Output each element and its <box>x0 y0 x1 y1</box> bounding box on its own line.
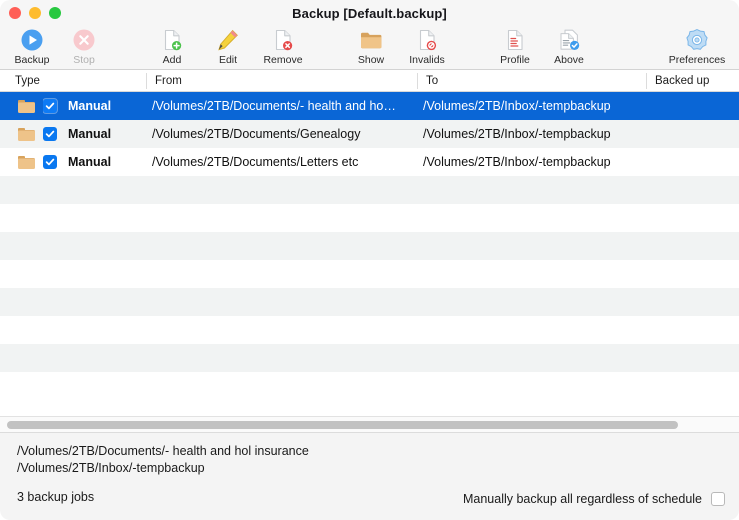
detail-from-path: /Volumes/2TB/Documents/- health and hol … <box>17 444 309 458</box>
table-row-empty[interactable] <box>0 288 739 316</box>
toolbar-button-remove[interactable]: Remove <box>251 26 315 70</box>
column-header-type[interactable]: Type <box>8 70 40 92</box>
column-divider-2[interactable] <box>417 73 418 89</box>
row-folder-icon <box>18 92 40 120</box>
row-to-path: /Volumes/2TB/Inbox/-tempbackup <box>423 99 611 113</box>
column-divider-1[interactable] <box>146 73 147 89</box>
maximize-window-button[interactable] <box>49 7 61 19</box>
toolbar-label-invalids: Invalids <box>409 54 445 66</box>
toolbar-button-show[interactable]: Show <box>339 26 403 70</box>
toolbar: Backup Stop Add Edit Remove Show Invalid… <box>0 26 739 70</box>
row-from-path: /Volumes/2TB/Documents/Genealogy <box>152 127 361 141</box>
table-row-empty[interactable] <box>0 260 739 288</box>
backup-jobs-table[interactable]: Manual /Volumes/2TB/Documents/- health a… <box>0 92 739 416</box>
table-row-empty[interactable] <box>0 372 739 400</box>
toolbar-label-remove: Remove <box>263 54 303 66</box>
toolbar-label-add: Add <box>162 54 182 66</box>
documents-check-icon <box>557 27 581 53</box>
toolbar-button-above[interactable]: Above <box>537 26 601 70</box>
document-remove-icon <box>271 27 295 53</box>
row-folder-icon <box>18 148 40 176</box>
table-row[interactable]: Manual /Volumes/2TB/Documents/Genealogy … <box>0 120 739 148</box>
row-enabled-checkbox[interactable] <box>43 92 63 120</box>
toolbar-button-preferences[interactable]: Preferences <box>665 26 729 70</box>
detail-to-path: /Volumes/2TB/Inbox/-tempbackup <box>17 461 205 475</box>
table-column-header: Type From To Backed up <box>0 70 739 92</box>
pencil-icon <box>216 27 240 53</box>
row-type: Manual <box>68 155 112 169</box>
close-window-button[interactable] <box>9 7 21 19</box>
column-header-backed-up[interactable]: Backed up <box>648 70 709 92</box>
folder-icon <box>359 27 383 53</box>
horizontal-scrollbar-thumb[interactable] <box>7 421 678 429</box>
job-count-label: 3 backup jobs <box>17 490 95 504</box>
table-row-empty[interactable] <box>0 316 739 344</box>
row-enabled-checkbox[interactable] <box>43 148 63 176</box>
table-row[interactable]: Manual /Volumes/2TB/Documents/Letters et… <box>0 148 739 176</box>
toolbar-label-above: Above <box>554 54 584 66</box>
manual-backup-option[interactable]: Manually backup all regardless of schedu… <box>463 492 725 506</box>
manual-backup-checkbox[interactable] <box>711 492 725 506</box>
detail-pane: /Volumes/2TB/Documents/- health and hol … <box>0 432 739 520</box>
column-header-to[interactable]: To <box>419 70 438 92</box>
row-from-path: /Volumes/2TB/Documents/Letters etc <box>152 155 359 169</box>
row-folder-icon <box>18 120 40 148</box>
document-add-icon <box>160 27 184 53</box>
manual-backup-label: Manually backup all regardless of schedu… <box>462 492 702 506</box>
row-enabled-checkbox[interactable] <box>43 120 63 148</box>
toolbar-label-profile: Profile <box>500 54 530 66</box>
window-controls <box>9 0 61 26</box>
minimize-window-button[interactable] <box>29 7 41 19</box>
table-row[interactable]: Manual /Volumes/2TB/Documents/- health a… <box>0 92 739 120</box>
title-bar: Backup [Default.backup] <box>0 0 739 26</box>
toolbar-button-stop[interactable]: Stop <box>52 26 116 70</box>
document-invalid-icon <box>415 27 439 53</box>
row-type: Manual <box>68 127 112 141</box>
toolbar-label-preferences: Preferences <box>668 54 726 66</box>
horizontal-scrollbar[interactable] <box>0 416 739 432</box>
row-to-path: /Volumes/2TB/Inbox/-tempbackup <box>423 127 611 141</box>
window-title: Backup [Default.backup] <box>292 5 447 21</box>
toolbar-button-invalids[interactable]: Invalids <box>395 26 459 70</box>
table-row-empty[interactable] <box>0 204 739 232</box>
row-from-path: /Volumes/2TB/Documents/- health and ho… <box>152 99 396 113</box>
table-row-empty[interactable] <box>0 344 739 372</box>
stop-circle-icon <box>72 27 96 53</box>
toolbar-label-stop: Stop <box>73 54 95 66</box>
toolbar-label-show: Show <box>357 54 385 66</box>
column-divider-3[interactable] <box>646 73 647 89</box>
play-circle-icon <box>20 27 44 53</box>
toolbar-button-add[interactable]: Add <box>140 26 204 70</box>
gear-icon <box>685 27 709 53</box>
table-row-empty[interactable] <box>0 176 739 204</box>
row-to-path: /Volumes/2TB/Inbox/-tempbackup <box>423 155 611 169</box>
document-profile-icon <box>503 27 527 53</box>
toolbar-label-backup: Backup <box>14 54 50 66</box>
toolbar-label-edit: Edit <box>218 54 238 66</box>
row-type: Manual <box>68 99 112 113</box>
table-row-empty[interactable] <box>0 232 739 260</box>
app-window: Backup [Default.backup] Backup Stop Add … <box>0 0 739 520</box>
column-header-from[interactable]: From <box>148 70 182 92</box>
